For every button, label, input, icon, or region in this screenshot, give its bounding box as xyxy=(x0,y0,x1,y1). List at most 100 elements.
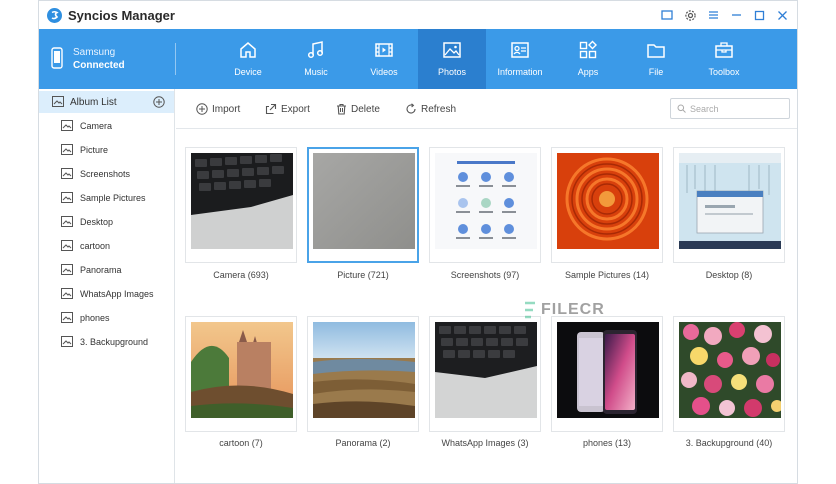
photo-icon xyxy=(443,42,461,58)
album-list-header[interactable]: Album List xyxy=(39,91,174,113)
sidebar-album-label: WhatsApp Images xyxy=(80,289,154,299)
tab-device[interactable]: Device xyxy=(214,29,282,89)
sidebar-album-item[interactable]: 3. Backupground xyxy=(39,331,174,353)
apps-icon xyxy=(579,40,597,59)
album-tile-label: Picture (721) xyxy=(337,270,389,280)
album-tile-label: Camera (693) xyxy=(213,270,269,280)
tab-videos[interactable]: Videos xyxy=(350,29,418,89)
sidebar-album-item[interactable]: Screenshots xyxy=(39,163,174,185)
album-tile-cartoon[interactable] xyxy=(185,316,297,432)
delete-label: Delete xyxy=(351,103,380,115)
album-tile-picture[interactable] xyxy=(307,147,419,263)
album-list-icon xyxy=(52,96,64,110)
device-info[interactable]: Samsung Connected xyxy=(39,29,175,89)
tab-photos[interactable]: Photos xyxy=(418,29,486,89)
sidebar-album-label: cartoon xyxy=(80,241,111,251)
sidebar-album-item[interactable]: Panorama xyxy=(39,259,174,281)
sidebar-album-item[interactable]: Sample Pictures xyxy=(39,187,174,209)
album-tile-label: Desktop (8) xyxy=(705,270,753,280)
app-title: Syncios Manager xyxy=(68,8,175,23)
trash-icon xyxy=(337,103,346,115)
album-icon xyxy=(61,312,73,326)
search-box[interactable] xyxy=(670,98,790,119)
album-thumbnail xyxy=(679,322,781,418)
album-thumbnail xyxy=(557,322,659,418)
tab-file-label: File xyxy=(648,67,664,77)
album-tile-desktop[interactable] xyxy=(673,147,785,263)
tab-toolbox-label: Toolbox xyxy=(708,67,740,77)
album-icon xyxy=(61,288,73,302)
sidebar-album-label: phones xyxy=(80,313,110,323)
sidebar-album-item[interactable]: WhatsApp Images xyxy=(39,283,174,305)
album-icon xyxy=(61,168,73,182)
album-icon xyxy=(61,144,73,158)
close-icon[interactable] xyxy=(774,7,790,23)
import-label: Import xyxy=(212,103,241,115)
sidebar-album-item[interactable]: Camera xyxy=(39,115,174,137)
add-album-icon[interactable] xyxy=(153,96,165,111)
export-button[interactable]: Export xyxy=(265,102,310,116)
album-icon xyxy=(61,120,73,134)
syncios-logo-icon xyxy=(47,8,62,23)
import-plus-icon xyxy=(196,103,208,115)
album-tile-camera[interactable] xyxy=(185,147,297,263)
menu-icon[interactable] xyxy=(705,7,721,23)
album-tile-label: Screenshots (97) xyxy=(450,270,520,280)
settings-gear-icon[interactable] xyxy=(682,7,698,23)
album-icon xyxy=(61,216,73,230)
tab-information[interactable]: Information xyxy=(486,29,554,89)
screen-mirror-icon[interactable] xyxy=(659,7,675,23)
search-icon xyxy=(677,104,686,113)
sidebar-album-item[interactable]: Desktop xyxy=(39,211,174,233)
tab-videos-label: Videos xyxy=(370,67,398,77)
album-tile-phones[interactable] xyxy=(551,316,663,432)
album-thumbnail xyxy=(313,322,415,418)
delete-button[interactable]: Delete xyxy=(336,102,380,116)
watermark-logo-icon xyxy=(525,301,535,319)
album-tile-label: WhatsApp Images (3) xyxy=(441,438,529,448)
sidebar-album-item[interactable]: phones xyxy=(39,307,174,329)
tab-music-label: Music xyxy=(304,67,328,77)
album-icon xyxy=(61,264,73,278)
main-nav-bar: Samsung Connected Device Music Videos Ph… xyxy=(39,29,797,89)
album-tile-screenshots[interactable] xyxy=(429,147,541,263)
album-list-label: Album List xyxy=(70,97,117,108)
home-icon xyxy=(240,42,256,58)
album-tile-whatsapp-images[interactable] xyxy=(429,316,541,432)
album-icon xyxy=(61,240,73,254)
album-thumbnail xyxy=(313,153,415,249)
photo-toolbar: Import Export Delete Refresh xyxy=(176,89,797,129)
sidebar-album-label: Picture xyxy=(80,145,109,155)
album-tile-backupground[interactable] xyxy=(673,316,785,432)
import-button[interactable]: Import xyxy=(196,102,240,116)
album-tile-panorama[interactable] xyxy=(307,316,419,432)
tab-apps[interactable]: Apps xyxy=(554,29,622,89)
album-thumbnail xyxy=(679,153,781,249)
minimize-icon[interactable] xyxy=(728,7,744,23)
tab-toolbox[interactable]: Toolbox xyxy=(690,29,758,89)
sidebar-album-item[interactable]: Picture xyxy=(39,139,174,161)
watermark: FILECR xyxy=(523,301,605,319)
music-icon xyxy=(307,41,324,59)
refresh-button[interactable]: Refresh xyxy=(405,102,456,116)
album-tile-label: Panorama (2) xyxy=(335,438,391,448)
tab-file[interactable]: File xyxy=(622,29,690,89)
album-tile-label: 3. Backupground (40) xyxy=(685,438,773,448)
tab-music[interactable]: Music xyxy=(282,29,350,89)
album-tile-label: Sample Pictures (14) xyxy=(564,270,650,280)
export-icon xyxy=(265,103,277,115)
video-icon xyxy=(375,43,393,57)
watermark-text: FILECR xyxy=(541,301,605,318)
nav-divider xyxy=(175,43,176,75)
title-bar: Syncios Manager xyxy=(39,1,797,29)
search-input[interactable] xyxy=(690,102,785,116)
album-thumbnail xyxy=(191,322,293,418)
folder-icon xyxy=(647,44,665,58)
album-icon xyxy=(61,336,73,350)
album-grid: Camera (693) Picture (721) Screenshots (97… xyxy=(176,130,797,483)
album-tile-sample-pictures[interactable] xyxy=(551,147,663,263)
album-sidebar: Album List Camera Picture Screenshots Sampl… xyxy=(39,89,175,483)
device-status: Connected xyxy=(73,60,125,71)
sidebar-album-item[interactable]: cartoon xyxy=(39,235,174,257)
maximize-icon[interactable] xyxy=(751,7,767,23)
